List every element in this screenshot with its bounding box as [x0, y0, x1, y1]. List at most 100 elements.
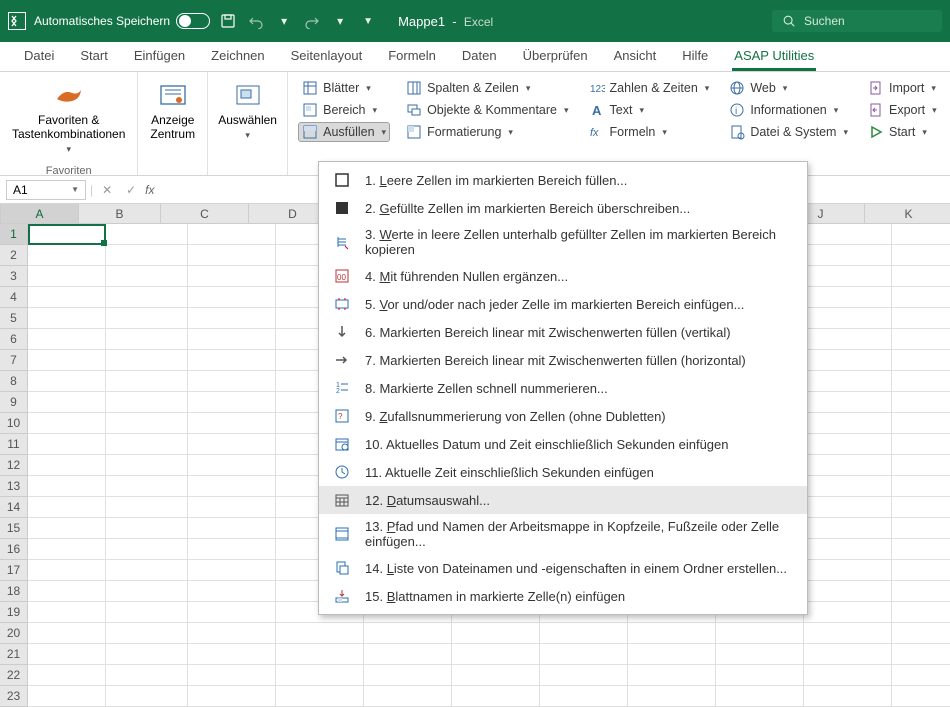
qat-more[interactable]: ▼ — [358, 11, 378, 31]
cell[interactable] — [804, 455, 892, 476]
cell[interactable] — [892, 686, 950, 707]
row-header[interactable]: 7 — [0, 350, 28, 371]
cell[interactable] — [628, 665, 716, 686]
cell[interactable] — [188, 371, 276, 392]
cell[interactable] — [892, 581, 950, 602]
cell[interactable] — [28, 224, 106, 245]
cell[interactable] — [188, 287, 276, 308]
cell[interactable] — [28, 329, 106, 350]
cell[interactable] — [28, 539, 106, 560]
cell[interactable] — [540, 686, 628, 707]
cell[interactable] — [106, 476, 188, 497]
cell[interactable] — [188, 581, 276, 602]
menu-item-11[interactable]: 11. Aktuelle Zeit einschließlich Sekunde… — [319, 458, 807, 486]
ribbon-zahlen-zeiten-button[interactable]: 123Zahlen & Zeiten▾ — [585, 78, 714, 98]
ribbon-bereich-button[interactable]: Bereich▾ — [298, 100, 390, 120]
cell[interactable] — [106, 266, 188, 287]
cell[interactable] — [106, 518, 188, 539]
cell[interactable] — [892, 413, 950, 434]
auswaehlen-button[interactable]: Auswählen▾ — [212, 76, 283, 146]
cell[interactable] — [188, 245, 276, 266]
cell[interactable] — [28, 581, 106, 602]
menu-item-13[interactable]: 13. Pfad und Namen der Arbeitsmappe in K… — [319, 514, 807, 554]
cell[interactable] — [804, 224, 892, 245]
cell[interactable] — [804, 350, 892, 371]
cell[interactable] — [364, 686, 452, 707]
cell[interactable] — [892, 434, 950, 455]
cell[interactable] — [892, 665, 950, 686]
cell[interactable] — [188, 602, 276, 623]
row-header[interactable]: 12 — [0, 455, 28, 476]
tab-zeichnen[interactable]: Zeichnen — [201, 42, 274, 71]
col-header[interactable]: B — [79, 204, 161, 224]
cell[interactable] — [188, 434, 276, 455]
cell[interactable] — [28, 644, 106, 665]
cell[interactable] — [364, 644, 452, 665]
qat-caret-1[interactable]: ▾ — [274, 11, 294, 31]
cell[interactable] — [188, 476, 276, 497]
cell[interactable] — [28, 392, 106, 413]
menu-item-3[interactable]: 3. Werte in leere Zellen unterhalb gefül… — [319, 222, 807, 262]
cell[interactable] — [892, 266, 950, 287]
row-header[interactable]: 4 — [0, 287, 28, 308]
cell[interactable] — [892, 560, 950, 581]
tab-asap-utilities[interactable]: ASAP Utilities — [724, 42, 824, 71]
cell[interactable] — [188, 224, 276, 245]
cell[interactable] — [188, 413, 276, 434]
cell[interactable] — [804, 287, 892, 308]
cell[interactable] — [106, 644, 188, 665]
cell[interactable] — [106, 224, 188, 245]
cell[interactable] — [276, 644, 364, 665]
cell[interactable] — [28, 245, 106, 266]
cell[interactable] — [716, 665, 804, 686]
anzeige-zentrum-button[interactable]: AnzeigeZentrum — [144, 76, 201, 146]
cell[interactable] — [892, 602, 950, 623]
cell[interactable] — [892, 518, 950, 539]
row-header[interactable]: 1 — [0, 224, 28, 245]
col-header[interactable]: C — [161, 204, 249, 224]
cell[interactable] — [106, 287, 188, 308]
row-header[interactable]: 10 — [0, 413, 28, 434]
cell[interactable] — [804, 539, 892, 560]
ribbon-informationen-button[interactable]: iInformationen▾ — [725, 100, 852, 120]
row-header[interactable]: 21 — [0, 644, 28, 665]
cell[interactable] — [106, 602, 188, 623]
cell[interactable] — [804, 308, 892, 329]
cell[interactable] — [188, 497, 276, 518]
cell[interactable] — [452, 665, 540, 686]
cell[interactable] — [892, 371, 950, 392]
row-header[interactable]: 8 — [0, 371, 28, 392]
cell[interactable] — [716, 623, 804, 644]
cell[interactable] — [804, 371, 892, 392]
cell[interactable] — [892, 392, 950, 413]
row-header[interactable]: 20 — [0, 623, 28, 644]
cell[interactable] — [892, 308, 950, 329]
row-header[interactable]: 22 — [0, 665, 28, 686]
ribbon-web-button[interactable]: Web▾ — [725, 78, 852, 98]
redo-icon[interactable] — [302, 11, 322, 31]
tab-datei[interactable]: Datei — [14, 42, 64, 71]
cell[interactable] — [804, 245, 892, 266]
name-box[interactable]: A1▼ — [6, 180, 86, 200]
row-header[interactable]: 11 — [0, 434, 28, 455]
tab-daten[interactable]: Daten — [452, 42, 507, 71]
row-header[interactable]: 9 — [0, 392, 28, 413]
cell[interactable] — [28, 308, 106, 329]
cell[interactable] — [28, 350, 106, 371]
cell[interactable] — [106, 623, 188, 644]
cell[interactable] — [452, 644, 540, 665]
cell[interactable] — [28, 665, 106, 686]
undo-icon[interactable] — [246, 11, 266, 31]
menu-item-1[interactable]: 1. Leere Zellen im markierten Bereich fü… — [319, 166, 807, 194]
tab-formeln[interactable]: Formeln — [378, 42, 446, 71]
tab-ansicht[interactable]: Ansicht — [604, 42, 667, 71]
cell[interactable] — [804, 665, 892, 686]
cell[interactable] — [188, 623, 276, 644]
cell[interactable] — [106, 581, 188, 602]
row-header[interactable]: 2 — [0, 245, 28, 266]
ribbon-formeln-button[interactable]: fxFormeln▾ — [585, 122, 714, 142]
cell[interactable] — [540, 644, 628, 665]
row-header[interactable]: 17 — [0, 560, 28, 581]
cell[interactable] — [106, 434, 188, 455]
cell[interactable] — [892, 224, 950, 245]
